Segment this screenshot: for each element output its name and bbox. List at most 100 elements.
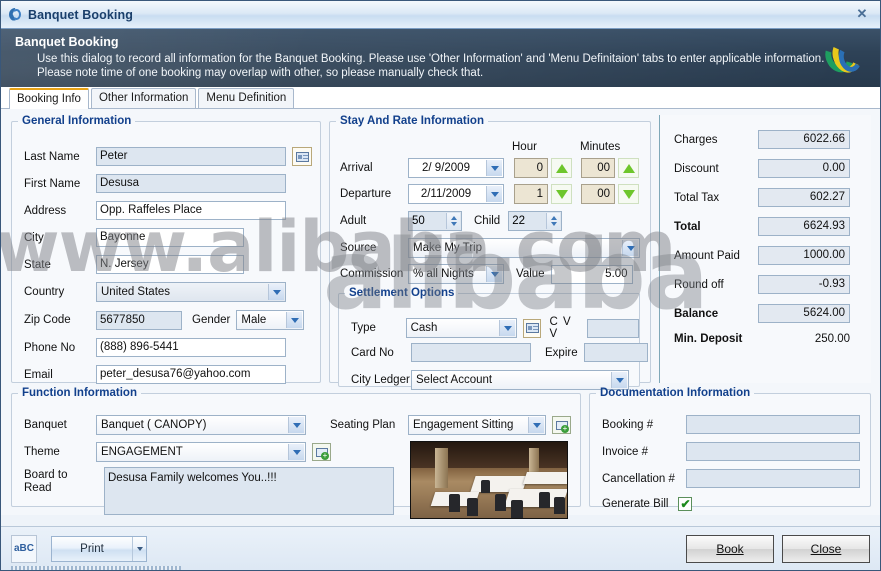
city-ledger-value: Select Account — [416, 374, 493, 386]
amount-paid-label: Amount Paid — [674, 249, 740, 262]
city-input[interactable]: Bayonne — [96, 228, 244, 247]
settlement-type-combo[interactable]: Cash — [405, 318, 518, 338]
close-button-label: Close — [810, 541, 842, 556]
expire-input[interactable] — [583, 343, 648, 362]
commission-value-label: Value — [516, 268, 545, 280]
last-name-input[interactable]: Peter — [96, 147, 286, 166]
city-label: City — [24, 231, 44, 244]
theme-combo[interactable]: ENGAGEMENT — [96, 442, 306, 462]
title-bar: Banquet Booking ✕ — [1, 1, 880, 29]
total-label: Total — [674, 220, 701, 233]
adult-value: 50 — [412, 215, 425, 227]
invoice-no-input[interactable] — [686, 442, 860, 461]
charges-value: 6022.66 — [758, 130, 850, 149]
child-stepper-arrows-icon[interactable] — [546, 213, 561, 229]
tab-other-information[interactable]: Other Information — [90, 88, 197, 108]
departure-minutes-down-icon[interactable] — [618, 184, 639, 204]
round-off-value: -0.93 — [758, 275, 850, 294]
departure-minutes-input[interactable]: 00 — [581, 184, 615, 204]
email-input[interactable]: peter_desusa76@yahoo.com — [96, 365, 286, 384]
chevron-down-icon[interactable] — [286, 312, 303, 328]
arrival-hour-up-icon[interactable] — [551, 158, 572, 178]
state-label: State — [24, 258, 51, 271]
address-card-lookup-icon[interactable] — [292, 147, 312, 166]
chevron-down-icon[interactable] — [528, 417, 544, 433]
source-value: Make My Trip — [413, 242, 483, 254]
email-label: Email — [24, 368, 53, 381]
chevron-down-icon[interactable] — [486, 186, 502, 202]
add-theme-icon[interactable]: + — [312, 443, 331, 461]
board-to-read-textarea[interactable]: Desusa Family welcomes You..!!! — [104, 467, 394, 515]
seating-plan-combo[interactable]: Engagement Sitting — [408, 415, 546, 435]
departure-hour-input[interactable]: 1 — [514, 184, 548, 204]
arrival-minutes-up-icon[interactable] — [618, 158, 639, 178]
print-dropdown-icon[interactable] — [132, 536, 146, 561]
first-name-input[interactable]: Desusa — [96, 174, 286, 193]
chevron-down-icon[interactable] — [622, 240, 638, 256]
book-button[interactable]: Book — [686, 534, 774, 563]
first-name-label: First Name — [24, 177, 81, 190]
zip-code-input[interactable]: 5677850 — [96, 310, 182, 330]
cvv-input[interactable] — [587, 318, 639, 338]
card-no-input[interactable] — [411, 343, 531, 362]
settlement-type-label: Type — [351, 322, 376, 334]
chevron-down-icon[interactable] — [268, 284, 284, 300]
phone-no-label: Phone No — [24, 341, 76, 354]
address-input[interactable]: Opp. Raffeles Place — [96, 201, 286, 220]
booking-no-input[interactable] — [686, 415, 860, 434]
gender-combo[interactable]: Male — [236, 310, 305, 330]
stay-and-rate-legend: Stay And Rate Information — [340, 115, 484, 127]
discount-value[interactable]: 0.00 — [758, 159, 850, 178]
chevron-down-icon[interactable] — [288, 417, 304, 433]
arrival-minutes-input[interactable]: 00 — [581, 158, 615, 178]
credit-card-icon[interactable] — [523, 318, 542, 338]
chevron-down-icon[interactable] — [611, 372, 627, 388]
abc-spellcheck-label: aBC — [13, 543, 34, 554]
adult-stepper-arrows-icon[interactable] — [446, 213, 460, 229]
state-input[interactable]: N. Jersey — [96, 255, 244, 274]
general-information-legend: General Information — [22, 115, 132, 127]
close-button[interactable]: Close — [782, 534, 870, 563]
child-stepper[interactable]: 22 — [508, 211, 563, 231]
total-value: 6624.93 — [758, 217, 850, 236]
country-combo[interactable]: United States — [96, 282, 286, 302]
chevron-down-icon[interactable] — [499, 320, 516, 336]
horizontal-scrollbar[interactable] — [11, 566, 181, 570]
banquet-combo[interactable]: Banquet ( CANOPY) — [96, 415, 306, 435]
check-icon: ✔ — [680, 497, 691, 511]
child-label: Child — [474, 215, 501, 227]
phone-no-input[interactable]: (888) 896-5441 — [96, 338, 286, 357]
commission-label: Commission — [340, 268, 404, 280]
add-seating-plan-icon[interactable]: + — [552, 416, 571, 434]
source-combo[interactable]: Make My Trip — [408, 238, 640, 258]
departure-hour-down-icon[interactable] — [551, 184, 572, 204]
amount-paid-value[interactable]: 1000.00 — [758, 246, 850, 265]
chevron-down-icon[interactable] — [486, 266, 502, 282]
print-button[interactable]: Print — [51, 535, 147, 562]
tab-menu-definition[interactable]: Menu Definition — [198, 88, 295, 108]
gender-value: Male — [241, 314, 267, 326]
cancellation-no-input[interactable] — [686, 469, 860, 488]
departure-date-value: 2/11/2009 — [420, 188, 472, 200]
generate-bill-checkbox[interactable]: ✔ — [678, 497, 693, 511]
function-information-group: Function Information Banquet Banquet ( C… — [11, 387, 581, 519]
departure-date-picker[interactable]: 2/11/2009 — [408, 184, 504, 204]
abc-spellcheck-icon[interactable]: aBC — [11, 534, 37, 563]
tab-booking-info[interactable]: Booking Info — [9, 88, 89, 109]
commission-combo[interactable]: % all Nights — [408, 264, 504, 284]
seating-plan-value: Engagement Sitting — [413, 419, 514, 431]
chevron-down-icon[interactable] — [486, 160, 502, 176]
arrival-hour-input[interactable]: 0 — [514, 158, 548, 178]
arrival-date-value: 2/ 9/2009 — [422, 162, 470, 174]
last-name-label: Last Name — [24, 150, 80, 163]
close-icon[interactable]: ✕ — [852, 5, 872, 23]
departure-label: Departure — [340, 188, 392, 200]
adult-stepper[interactable]: 50 — [408, 211, 462, 231]
arrival-date-picker[interactable]: 2/ 9/2009 — [408, 158, 504, 178]
settlement-options-legend: Settlement Options — [349, 287, 455, 299]
board-to-read-label: Board to Read — [24, 469, 68, 494]
commission-amount-input[interactable]: 5.00 — [550, 264, 633, 284]
documentation-information-group: Documentation Information Booking # Invo… — [589, 387, 871, 511]
stay-and-rate-information-group: Stay And Rate Information Hour Minutes A… — [329, 115, 651, 390]
chevron-down-icon[interactable] — [288, 444, 304, 460]
